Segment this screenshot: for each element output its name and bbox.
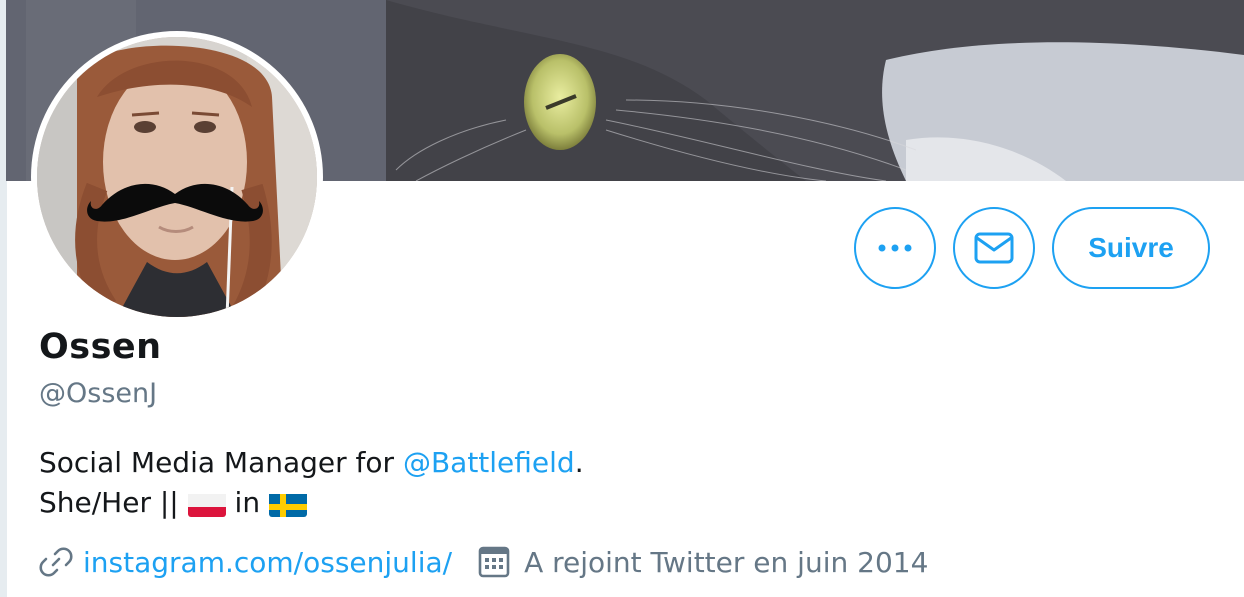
avatar[interactable] — [37, 37, 317, 317]
more-options-button[interactable] — [854, 207, 936, 289]
message-button[interactable] — [953, 207, 1035, 289]
poland-flag-icon — [187, 491, 226, 517]
link-icon — [39, 545, 73, 579]
bio-line2-middle: in — [225, 486, 269, 519]
website-link[interactable]: instagram.com/ossenjulia/ — [83, 546, 452, 579]
profile-meta: instagram.com/ossenjulia/ A rejoint Twit… — [39, 545, 928, 579]
joined-date: A rejoint Twitter en juin 2014 — [524, 545, 929, 579]
bio-line-2: She/Her || in — [39, 483, 584, 523]
envelope-icon — [974, 232, 1014, 264]
bio-mention-link[interactable]: @Battlefield — [403, 446, 575, 479]
follow-button-label: Suivre — [1088, 232, 1174, 263]
bio-line2-text: She/Her || — [39, 486, 188, 519]
profile-handle: @OssenJ — [39, 378, 158, 409]
content-left-border — [6, 181, 7, 597]
bio-line1-suffix: . — [574, 446, 584, 479]
sweden-flag-icon — [268, 491, 307, 517]
bio-line1-text: Social Media Manager for — [39, 446, 403, 479]
avatar-portrait-illustration — [37, 37, 317, 317]
more-dots-icon — [878, 244, 912, 252]
calendar-icon — [478, 545, 510, 579]
profile-name: Ossen — [39, 327, 162, 367]
profile-bio: Social Media Manager for @Battlefield. S… — [39, 443, 584, 523]
follow-button[interactable]: Suivre — [1052, 207, 1210, 289]
bio-line-1: Social Media Manager for @Battlefield. — [39, 443, 584, 483]
